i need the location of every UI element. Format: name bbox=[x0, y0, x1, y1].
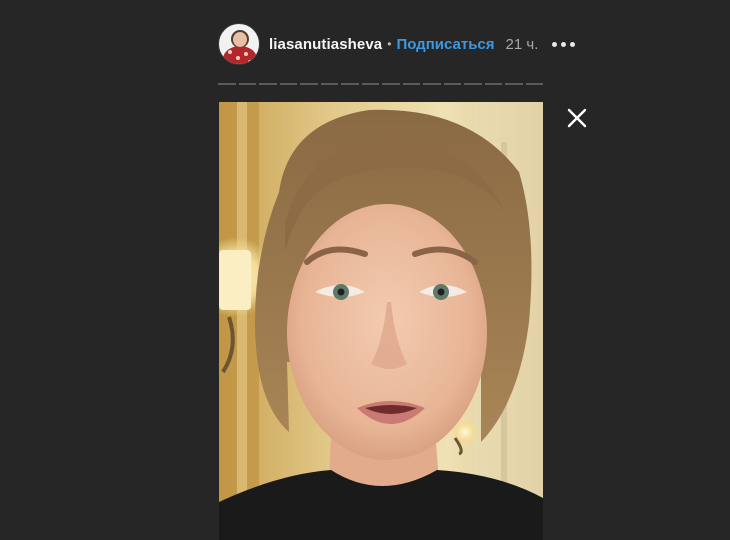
progress-segment bbox=[238, 83, 256, 85]
progress-segment bbox=[279, 83, 297, 85]
follow-button[interactable]: Подписаться bbox=[396, 36, 494, 53]
story-timestamp: 21 ч. bbox=[505, 35, 539, 53]
username-link[interactable]: liasanutiasheva bbox=[269, 36, 382, 53]
story-header: liasanutiasheva • Подписаться 21 ч. bbox=[218, 22, 608, 66]
progress-segment bbox=[300, 83, 318, 85]
progress-segment bbox=[423, 83, 441, 85]
progress-segment bbox=[484, 83, 502, 85]
progress-segment bbox=[464, 83, 482, 85]
progress-segment bbox=[320, 83, 338, 85]
progress-segment bbox=[259, 83, 277, 85]
story-media[interactable] bbox=[219, 102, 543, 540]
progress-segment bbox=[402, 83, 420, 85]
progress-segment bbox=[361, 83, 379, 85]
separator-dot: • bbox=[387, 37, 392, 51]
more-options-icon[interactable] bbox=[552, 36, 576, 53]
progress-segment bbox=[443, 83, 461, 85]
progress-segment bbox=[341, 83, 359, 85]
progress-segment bbox=[382, 83, 400, 85]
progress-segment bbox=[525, 83, 543, 85]
progress-segment bbox=[505, 83, 523, 85]
story-viewer: liasanutiasheva • Подписаться 21 ч. bbox=[0, 0, 730, 540]
avatar[interactable] bbox=[218, 23, 260, 65]
story-progress-bar bbox=[218, 83, 543, 85]
story-video-frame bbox=[219, 102, 543, 540]
progress-segment bbox=[218, 83, 236, 85]
close-icon[interactable] bbox=[566, 107, 588, 129]
